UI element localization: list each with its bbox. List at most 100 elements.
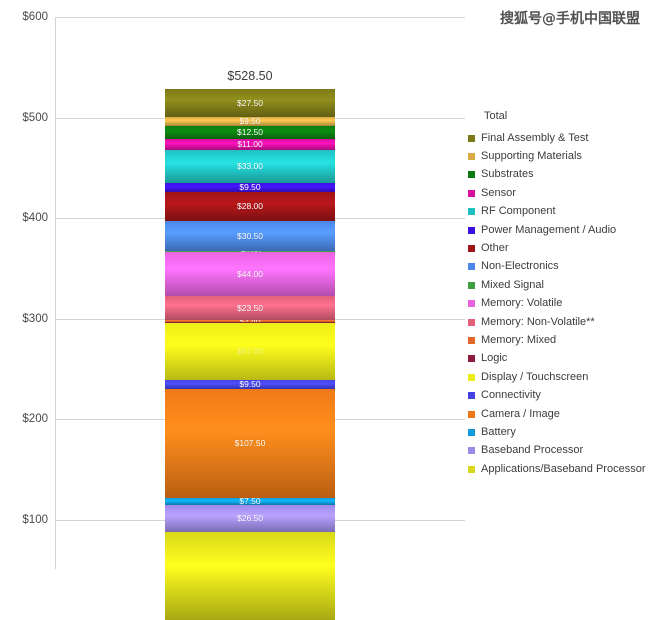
legend-swatch-icon — [468, 411, 475, 418]
bar-segment-value-label: $23.50 — [237, 304, 263, 313]
stacked-bar-chart: 搜狐号@手机中国联盟 $600 $500 $400 $300 $200 $100 $528… — [0, 0, 650, 569]
y-axis-tick-label: $500 — [0, 112, 48, 124]
y-axis-line — [55, 17, 56, 569]
legend-item-label: Logic — [481, 353, 507, 364]
bar-segment-value-label: $9.50 — [239, 183, 260, 192]
bar-segment-value-label: $27.50 — [237, 99, 263, 108]
y-axis-tick-label: $400 — [0, 212, 48, 224]
bar-segment[interactable]: $107.50 — [165, 389, 335, 497]
legend-swatch-icon — [468, 392, 475, 399]
plot-area: $600$500$400$300$200$100 $528.50 $27.50$… — [0, 0, 470, 569]
watermark-text: 搜狐号@手机中国联盟 — [500, 8, 640, 28]
legend-swatch-icon — [468, 171, 475, 178]
bar-segment-value-label: $28.00 — [237, 202, 263, 211]
legend-swatch-icon — [468, 153, 475, 160]
legend-swatch-icon — [468, 466, 475, 473]
legend-title: Total — [484, 110, 650, 122]
legend-item-label: Connectivity — [481, 390, 541, 401]
legend-item[interactable]: Other — [468, 239, 650, 257]
legend-items-group: Final Assembly & Test Supporting Material… — [468, 129, 650, 478]
bar-total-label: $528.50 — [165, 69, 335, 83]
legend-item-label: Camera / Image — [481, 409, 560, 420]
legend-item-label: Non-Electronics — [481, 261, 559, 272]
bar-segment[interactable]: $33.00 — [165, 150, 335, 183]
bar-segment[interactable]: $27.50 — [165, 89, 335, 117]
bar-segment-value-label: $107.50 — [235, 439, 266, 448]
legend-item[interactable]: Display / Touchscreen — [468, 368, 650, 386]
bar-segment[interactable]: $26.50 — [165, 505, 335, 532]
legend-swatch-icon — [468, 282, 475, 289]
bar-segment[interactable]: $9.50 — [165, 117, 335, 127]
legend-item-label: Battery — [481, 427, 516, 438]
legend-item-label: Substrates — [481, 169, 534, 180]
legend-swatch-icon — [468, 227, 475, 234]
legend-item[interactable]: Final Assembly & Test — [468, 129, 650, 147]
legend-swatch-icon — [468, 447, 475, 454]
legend-item-label: Power Management / Audio — [481, 225, 616, 236]
bar-segment-value-label: $7.50 — [239, 498, 260, 506]
bar-segment[interactable]: $23.50 — [165, 296, 335, 320]
legend-item[interactable]: Applications/Baseband Processor — [468, 460, 650, 478]
legend-swatch-icon — [468, 319, 475, 326]
legend-item[interactable]: Non-Electronics — [468, 258, 650, 276]
bar-segment[interactable]: $44.00 — [165, 252, 335, 296]
legend-swatch-icon — [468, 337, 475, 344]
legend-item[interactable]: Memory: Non-Volatile** — [468, 313, 650, 331]
bar-segment-value-label: $9.50 — [239, 117, 260, 126]
bar-segment[interactable]: $12.50 — [165, 126, 335, 139]
legend-swatch-icon — [468, 190, 475, 197]
legend-swatch-icon — [468, 245, 475, 252]
y-axis-tick-label: $100 — [0, 514, 48, 526]
bar-segment-value-label: $44.00 — [237, 270, 263, 279]
legend-item[interactable]: Baseband Processor — [468, 442, 650, 460]
stacked-bar[interactable]: $27.50 $9.50 $12.50 $11.00 $33.00 $9.50 $28.00… — [165, 89, 335, 569]
legend-item-label: Mixed Signal — [481, 280, 544, 291]
legend: Total Final Assembly & Test Supporting Ma… — [468, 110, 650, 478]
legend-item-label: Applications/Baseband Processor — [481, 464, 645, 475]
bar-segment-value-label: $12.50 — [237, 128, 263, 137]
legend-swatch-icon — [468, 300, 475, 307]
legend-item[interactable]: Substrates — [468, 166, 650, 184]
legend-item-label: Memory: Non-Volatile** — [481, 317, 595, 328]
legend-item[interactable]: Camera / Image — [468, 405, 650, 423]
bar-segment-value-label: $26.50 — [237, 514, 263, 523]
bar-segment[interactable] — [165, 532, 335, 620]
legend-item-label: Other — [481, 243, 509, 254]
legend-swatch-icon — [468, 355, 475, 362]
bar-segment[interactable]: $57.00 — [165, 323, 335, 380]
bar-segment[interactable]: $7.50 — [165, 498, 335, 506]
legend-item[interactable]: Memory: Volatile — [468, 295, 650, 313]
bar-segment[interactable]: $9.50 — [165, 183, 335, 193]
legend-item-label: Sensor — [481, 188, 516, 199]
y-axis-tick-label: $200 — [0, 413, 48, 425]
bar-segment-value-label: $11.00 — [237, 140, 262, 149]
bar-segment[interactable]: $11.00 — [165, 139, 335, 150]
legend-swatch-icon — [468, 429, 475, 436]
gridline — [55, 17, 465, 18]
legend-item[interactable]: Connectivity — [468, 386, 650, 404]
legend-swatch-icon — [468, 374, 475, 381]
legend-item-label: Display / Touchscreen — [481, 372, 588, 383]
bar-segment-value-label: $30.50 — [237, 232, 263, 241]
legend-item[interactable]: Supporting Materials — [468, 147, 650, 165]
bar-segment-value-label: $9.50 — [239, 380, 260, 389]
legend-item[interactable]: Mixed Signal — [468, 276, 650, 294]
legend-item[interactable]: Logic — [468, 350, 650, 368]
legend-item[interactable]: Memory: Mixed — [468, 331, 650, 349]
legend-item-label: Final Assembly & Test — [481, 133, 588, 144]
legend-item[interactable]: Battery — [468, 423, 650, 441]
legend-item[interactable]: Power Management / Audio — [468, 221, 650, 239]
legend-swatch-icon — [468, 135, 475, 142]
bar-segment-value-label: $57.00 — [237, 347, 263, 356]
y-axis-tick-label: $300 — [0, 313, 48, 325]
bar-segment[interactable]: $9.50 — [165, 380, 335, 390]
legend-item[interactable]: RF Component — [468, 203, 650, 221]
legend-item-label: Memory: Mixed — [481, 335, 556, 346]
legend-item[interactable]: Sensor — [468, 184, 650, 202]
bar-segment[interactable]: $28.00 — [165, 192, 335, 220]
y-axis-tick-label: $600 — [0, 11, 48, 23]
bar-segment[interactable]: $30.50 — [165, 221, 335, 252]
bar-segment-value-label: $33.00 — [237, 162, 263, 171]
legend-item-label: Baseband Processor — [481, 445, 583, 456]
legend-swatch-icon — [468, 263, 475, 270]
